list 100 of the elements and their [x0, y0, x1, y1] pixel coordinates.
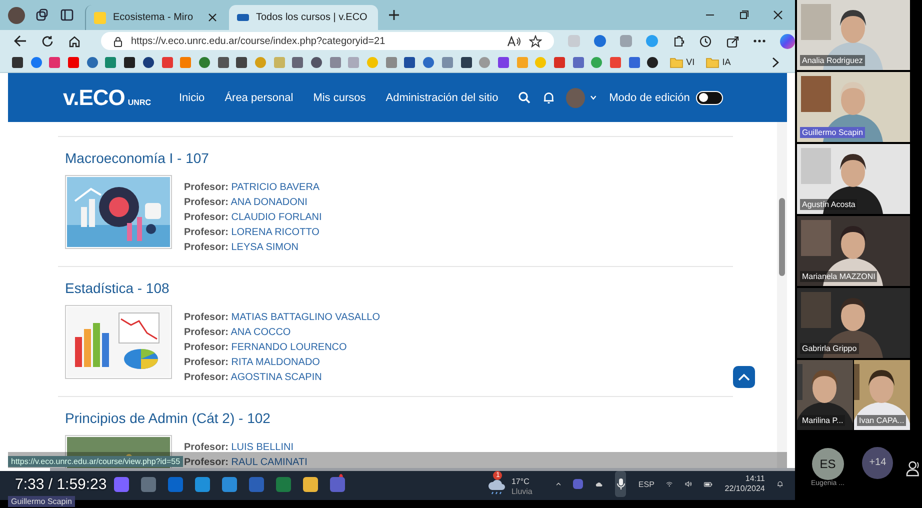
- bookmark-icon[interactable]: [460, 56, 472, 68]
- bookmark-folder[interactable]: VI: [670, 56, 695, 68]
- chevron-up-icon: [738, 373, 750, 381]
- extensions-icon[interactable]: [672, 34, 685, 48]
- chevron-up-icon[interactable]: [556, 481, 562, 487]
- teacher-link[interactable]: ANA DONADONI: [230, 197, 308, 208]
- teacher-link[interactable]: MATIAS BATTAGLINO VASALLO: [231, 312, 380, 323]
- search-icon[interactable]: [518, 91, 531, 104]
- teacher-label: Profesor:: [184, 242, 228, 253]
- app-icon[interactable]: [222, 476, 237, 492]
- copilot-icon[interactable]: [780, 34, 795, 48]
- folder-icon: [670, 56, 684, 68]
- back-icon[interactable]: [14, 35, 27, 47]
- address-bar[interactable]: https://v.eco.unrc.edu.ar/course/index.php?categoryid=21: [101, 32, 554, 50]
- tab-title: Ecosistema - Miro: [113, 12, 194, 23]
- star-icon[interactable]: [529, 34, 542, 48]
- teacher-link[interactable]: RAUL CAMINATI: [231, 457, 308, 468]
- edit-mode-toggle[interactable]: [696, 90, 723, 104]
- microphone-button[interactable]: [615, 471, 626, 497]
- course-title[interactable]: Estadística - 108: [65, 279, 733, 298]
- bookmark-icon[interactable]: [12, 56, 23, 68]
- teacher-label: Profesor:: [184, 372, 228, 383]
- bell-icon[interactable]: [542, 91, 554, 104]
- presenter-name: Guillermo Scapin: [8, 496, 75, 507]
- url-text: https://v.eco.unrc.edu.ar/course/index.php?categoryid=21: [131, 36, 386, 46]
- teacher-link[interactable]: LUIS BELLINI: [231, 442, 294, 453]
- new-tab-icon[interactable]: [388, 9, 400, 21]
- participant-name: Marianela MAZZONI: [800, 271, 878, 282]
- teacher-label: Profesor:: [184, 327, 228, 338]
- teacher-link[interactable]: RITA MALDONADO: [231, 357, 320, 368]
- teacher-label: Profesor:: [184, 227, 228, 238]
- lock-icon: [113, 36, 123, 46]
- participant-avatar[interactable]: ES: [812, 448, 844, 480]
- chevron-right-icon[interactable]: [772, 56, 779, 68]
- app-icon[interactable]: [303, 476, 318, 492]
- close-icon[interactable]: [773, 10, 783, 20]
- teacher-label: Profesor:: [184, 342, 228, 353]
- site-logo[interactable]: v.ECO: [63, 84, 125, 110]
- people-icon[interactable]: [904, 458, 922, 476]
- home-icon[interactable]: [68, 34, 81, 48]
- teacher-label: Profesor:: [184, 357, 228, 368]
- globe-icon[interactable]: [594, 35, 606, 47]
- microphone-icon: [616, 478, 625, 490]
- bookmark-icon[interactable]: [124, 56, 136, 68]
- close-icon[interactable]: [208, 13, 217, 22]
- bookmark-icon[interactable]: [647, 56, 658, 68]
- teacher-label: Profesor:: [184, 197, 228, 208]
- nav-link[interactable]: Área personal: [224, 92, 294, 104]
- date-text: 22/10/2024: [724, 484, 765, 494]
- weather-text: Lluvia: [511, 487, 532, 497]
- browser-tab[interactable]: Todos los cursos | v.ECO: [229, 5, 378, 30]
- bookmark-icon[interactable]: [142, 56, 154, 68]
- teacher-link[interactable]: PATRICIO BAVERA: [231, 182, 320, 193]
- refresh-icon[interactable]: [41, 34, 54, 48]
- share-icon[interactable]: [726, 34, 739, 48]
- more-participants-button[interactable]: +14: [862, 446, 893, 478]
- bookmark-icon[interactable]: [311, 56, 322, 68]
- restore-icon[interactable]: [739, 10, 749, 20]
- read-aloud-icon[interactable]: [507, 36, 521, 46]
- course-title[interactable]: Principios de Admin (Cát 2) - 102: [65, 409, 733, 428]
- teacher-link[interactable]: FERNANDO LOURENCO: [231, 342, 347, 353]
- participant-name: Gabrirla Grippo: [800, 343, 859, 354]
- time-text: 14:11: [745, 474, 765, 484]
- course-title[interactable]: Macroeconomía I - 107: [65, 149, 733, 168]
- bookmark-icon[interactable]: [236, 56, 248, 68]
- nav-link[interactable]: Administración del sitio: [386, 92, 498, 104]
- bookmark-icon[interactable]: [218, 56, 229, 68]
- tab-actions-icon[interactable]: [60, 8, 74, 22]
- cloud-icon[interactable]: [595, 480, 604, 488]
- nav-link[interactable]: Mis cursos: [313, 92, 366, 104]
- more-icon[interactable]: [753, 39, 766, 43]
- language-indicator[interactable]: ESP: [638, 480, 654, 488]
- teacher-label: Profesor:: [184, 457, 228, 468]
- temperature: 17°C: [511, 477, 530, 487]
- bookmark-icon[interactable]: [404, 56, 416, 68]
- app-icon[interactable]: [195, 476, 210, 492]
- history-icon[interactable]: [699, 34, 712, 48]
- battery-icon[interactable]: [704, 480, 713, 488]
- status-url: https://v.eco.unrc.edu.ar/course/view.php?id=55: [8, 456, 184, 467]
- nav-link[interactable]: Inicio: [179, 92, 205, 104]
- participant-name: Marilina P...: [800, 415, 846, 426]
- speaker-icon[interactable]: [685, 479, 692, 489]
- clock[interactable]: 14:11 22/10/2024: [724, 474, 765, 494]
- workspaces-icon[interactable]: [35, 8, 49, 22]
- teacher-link[interactable]: CLAUDIO FORLANI: [231, 212, 322, 223]
- teacher-label: Profesor:: [184, 442, 228, 453]
- wifi-icon[interactable]: [666, 479, 674, 489]
- scrollbar[interactable]: [777, 122, 787, 468]
- teacher-link[interactable]: LEYSA SIMON: [231, 242, 298, 253]
- scroll-to-top-button[interactable]: [733, 366, 755, 388]
- participant-name: Guillermo Scapin: [800, 127, 865, 138]
- teacher-link[interactable]: LORENA RICOTTO: [231, 227, 320, 238]
- teacher-link[interactable]: ANA COCCO: [230, 327, 291, 338]
- caret-icon[interactable]: [590, 95, 598, 100]
- bookmark-folder[interactable]: IA: [706, 56, 731, 68]
- profile-avatar[interactable]: [8, 6, 25, 24]
- teacher-link[interactable]: AGOSTINA SCAPIN: [230, 372, 322, 383]
- progress-track[interactable]: [0, 468, 795, 471]
- app-icon[interactable]: [114, 476, 129, 492]
- logo-subtitle: UNRC: [128, 98, 151, 107]
